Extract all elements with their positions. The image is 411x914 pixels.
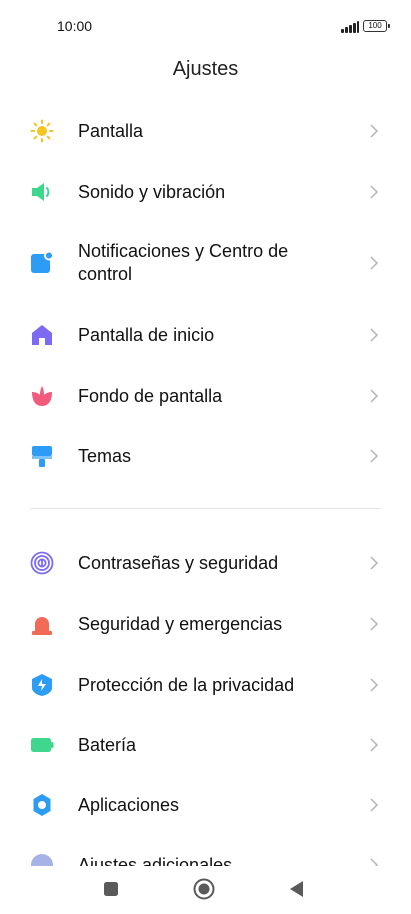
sun-icon	[30, 119, 54, 143]
section-divider	[30, 508, 381, 509]
chevron-right-icon	[370, 678, 379, 692]
settings-item-label: Ajustes adicionales	[78, 854, 233, 867]
settings-item-ajustes-adicionales[interactable]: Ajustes adicionales	[0, 850, 411, 866]
settings-item-seguridad-emergencias[interactable]: Seguridad y emergencias	[0, 609, 411, 639]
settings-item-pantalla-inicio[interactable]: Pantalla de inicio	[0, 320, 411, 350]
alarm-icon	[30, 612, 54, 636]
settings-item-temas[interactable]: Temas	[0, 441, 411, 471]
shield-icon	[30, 673, 54, 697]
paint-brush-icon	[30, 444, 54, 468]
settings-item-label: Aplicaciones	[78, 794, 180, 815]
settings-item-notificaciones[interactable]: Notificaciones y Centro de control	[0, 240, 411, 286]
fingerprint-icon	[30, 551, 54, 575]
chevron-right-icon	[370, 798, 379, 812]
clock: 10:00	[57, 18, 93, 34]
more-settings-icon	[30, 853, 54, 866]
navigation-bar	[0, 866, 411, 914]
home-button-icon[interactable]	[191, 876, 217, 902]
chevron-right-icon	[370, 556, 379, 570]
back-icon[interactable]	[284, 876, 310, 902]
settings-item-aplicaciones[interactable]: Aplicaciones	[0, 790, 411, 820]
settings-item-sonido[interactable]: Sonido y vibración	[0, 177, 411, 207]
chevron-right-icon	[370, 256, 379, 270]
chevron-right-icon	[370, 328, 379, 342]
settings-item-label: Notificaciones y Centro de control	[78, 241, 289, 284]
signal-icon	[341, 21, 359, 33]
status-bar: 10:00 100	[0, 0, 411, 50]
settings-item-label: Pantalla de inicio	[78, 324, 215, 345]
home-icon	[30, 323, 54, 347]
chevron-right-icon	[370, 858, 379, 866]
settings-item-fondo[interactable]: Fondo de pantalla	[0, 381, 411, 411]
recents-icon[interactable]	[98, 876, 124, 902]
settings-item-label: Contraseñas y seguridad	[78, 552, 279, 573]
notification-icon	[30, 251, 54, 275]
settings-item-label: Fondo de pantalla	[78, 385, 223, 406]
chevron-right-icon	[370, 124, 379, 138]
settings-item-privacidad[interactable]: Protección de la privacidad	[0, 670, 411, 700]
chevron-right-icon	[370, 389, 379, 403]
speaker-icon	[30, 180, 54, 204]
chevron-right-icon	[370, 449, 379, 463]
settings-item-label: Seguridad y emergencias	[78, 613, 283, 634]
page-title: Ajustes	[172, 58, 239, 80]
battery-status-icon: 100	[363, 20, 390, 32]
battery-icon	[30, 733, 54, 757]
gear-icon	[30, 793, 54, 817]
chevron-right-icon	[370, 617, 379, 631]
settings-item-label: Batería	[78, 734, 137, 755]
settings-item-label: Sonido y vibración	[78, 181, 226, 202]
settings-item-bateria[interactable]: Batería	[0, 730, 411, 760]
settings-item-label: Protección de la privacidad	[78, 674, 295, 695]
settings-item-label: Pantalla	[78, 120, 144, 141]
settings-item-pantalla[interactable]: Pantalla	[0, 116, 411, 146]
settings-item-contrasenas[interactable]: Contraseñas y seguridad	[0, 548, 411, 578]
chevron-right-icon	[370, 185, 379, 199]
settings-list[interactable]: Pantalla Sonido y vibración Notificacion…	[0, 100, 411, 866]
settings-item-label: Temas	[78, 445, 132, 466]
chevron-right-icon	[370, 738, 379, 752]
flower-icon	[30, 384, 54, 408]
